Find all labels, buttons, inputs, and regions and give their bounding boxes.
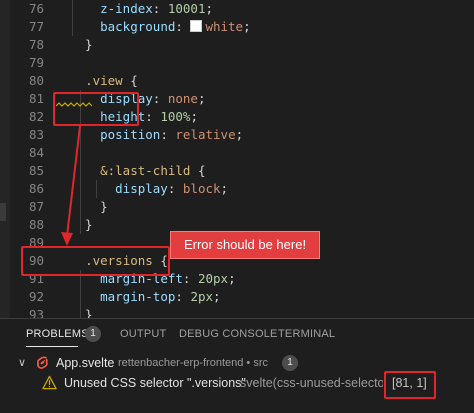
code-editor[interactable]: 76 z-index: 10001; 77 background: white; 7…	[0, 0, 474, 318]
warning-icon	[42, 375, 57, 390]
problem-source: svelte(css-unused-selector)	[240, 376, 383, 390]
tab-output[interactable]: OUTPUT	[120, 328, 166, 340]
error-callout: Error should be here!	[170, 231, 320, 259]
problems-panel: PROBLEMS 1 OUTPUT DEBUG CONSOLE TERMINAL…	[0, 318, 474, 413]
highlight-box-position	[384, 371, 436, 399]
problem-file-name: App.svelte	[56, 356, 115, 370]
chevron-down-icon[interactable]: ∨	[18, 352, 26, 374]
problem-file-path: rettenbacher-erp-frontend • src	[118, 357, 268, 369]
tab-problems[interactable]: PROBLEMS	[26, 328, 89, 340]
file-problem-count-badge: 1	[282, 355, 298, 371]
panel-tabs: PROBLEMS 1 OUTPUT DEBUG CONSOLE TERMINAL	[0, 319, 474, 351]
problems-count-badge: 1	[85, 326, 101, 342]
problem-message: Unused CSS selector ".versions"	[64, 376, 246, 390]
svelte-icon	[36, 356, 48, 369]
annotation-arrow	[61, 125, 81, 246]
active-tab-indicator	[26, 346, 78, 347]
tab-terminal[interactable]: TERMINAL	[278, 328, 335, 340]
tab-debug-console[interactable]: DEBUG CONSOLE	[179, 328, 278, 340]
